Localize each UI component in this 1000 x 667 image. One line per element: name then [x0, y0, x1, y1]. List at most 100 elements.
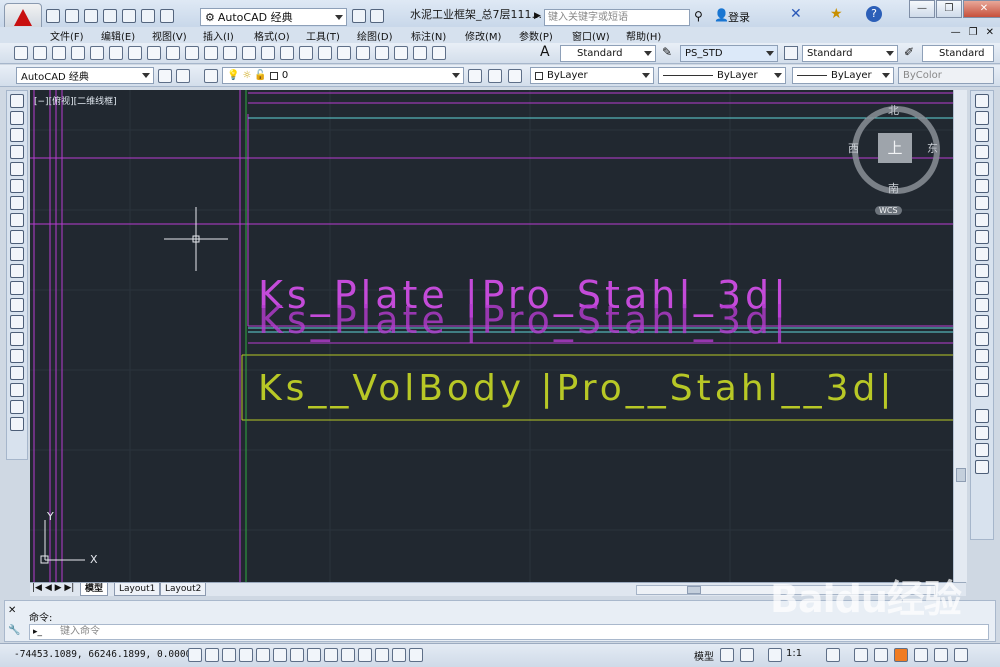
circle-icon[interactable] — [10, 196, 24, 210]
menu-edit[interactable]: 编辑(E) — [101, 28, 135, 43]
infer-constraints-icon[interactable] — [188, 648, 202, 662]
offset-icon[interactable] — [975, 145, 989, 159]
quick-view-layouts-icon[interactable] — [720, 648, 734, 662]
clean-screen-icon[interactable] — [954, 648, 968, 662]
undo-icon[interactable] — [141, 9, 155, 23]
menu-window[interactable]: 窗口(W) — [572, 28, 610, 43]
gradient-icon[interactable] — [10, 349, 24, 363]
viewcube-south[interactable]: 南 — [888, 180, 899, 196]
spline-icon[interactable] — [10, 230, 24, 244]
undo-icon[interactable] — [204, 46, 218, 60]
zoom-window-icon[interactable] — [280, 46, 294, 60]
point-icon[interactable] — [10, 315, 24, 329]
grid-display-icon[interactable] — [222, 648, 236, 662]
viewcube-west[interactable]: 西 — [848, 140, 859, 156]
quick-properties-icon[interactable] — [392, 648, 406, 662]
draworder-back-icon[interactable] — [975, 426, 989, 440]
wrench-icon[interactable]: 🔧 — [8, 625, 20, 636]
match-properties-icon[interactable] — [185, 46, 199, 60]
3d-object-snap-icon[interactable] — [290, 648, 304, 662]
extend-icon[interactable] — [975, 264, 989, 278]
annotation-scale-icon[interactable] — [768, 648, 782, 662]
horizontal-scroll-thumb[interactable] — [687, 586, 701, 594]
region-icon[interactable] — [10, 366, 24, 380]
selection-cycling-icon[interactable] — [409, 648, 423, 662]
construction-line-icon[interactable] — [10, 111, 24, 125]
redo-icon[interactable] — [160, 9, 174, 23]
save-icon[interactable] — [52, 46, 66, 60]
transparency-icon[interactable] — [375, 648, 389, 662]
draworder-under-icon[interactable] — [975, 460, 989, 474]
exchange-icon[interactable]: ✕ — [790, 6, 802, 22]
mirror-icon[interactable] — [975, 128, 989, 142]
tab-nav-arrows[interactable]: |◀ ◀ ▶ ▶| — [32, 583, 74, 593]
settings-icon[interactable] — [158, 69, 172, 83]
workspace-switching-icon[interactable] — [854, 648, 868, 662]
erase-icon[interactable] — [975, 94, 989, 108]
expand-icon[interactable]: ▶ — [534, 11, 541, 21]
table-icon[interactable] — [10, 383, 24, 397]
ellipse-icon[interactable] — [10, 247, 24, 261]
quick-view-drawings-icon[interactable] — [740, 648, 754, 662]
arc-icon[interactable] — [10, 179, 24, 193]
close-button[interactable]: ✕ — [963, 0, 1000, 18]
array-icon[interactable] — [975, 162, 989, 176]
wcs-menu[interactable]: WCS — [875, 206, 902, 215]
blend-icon[interactable] — [975, 366, 989, 380]
isolate-objects-icon[interactable] — [914, 648, 928, 662]
polyline-icon[interactable] — [10, 128, 24, 142]
hardware-acceleration-icon[interactable] — [894, 648, 908, 662]
dim-style-dropdown[interactable]: PS_STD — [680, 45, 778, 62]
new-icon[interactable] — [14, 46, 28, 60]
lineweight-icon[interactable] — [358, 648, 372, 662]
vertical-scroll-thumb[interactable] — [956, 468, 966, 482]
workspace-dropdown[interactable]: ⚙ AutoCAD 经典 — [200, 8, 347, 26]
stretch-icon[interactable] — [975, 230, 989, 244]
calculator-icon[interactable] — [413, 46, 427, 60]
menu-view[interactable]: 视图(V) — [152, 28, 187, 43]
table-style-dropdown[interactable]: Standard — [802, 45, 898, 62]
command-prompt-icon[interactable]: ▸_ — [33, 627, 42, 637]
menu-tools[interactable]: 工具(T) — [306, 28, 340, 43]
menu-insert[interactable]: 插入(I) — [203, 28, 234, 43]
publish-icon[interactable] — [352, 9, 366, 23]
ellipse-arc-icon[interactable] — [10, 264, 24, 278]
model-space-button[interactable]: 模型 — [694, 648, 714, 663]
insert-block-icon[interactable] — [10, 281, 24, 295]
text-style-dropdown[interactable]: Standard — [560, 45, 656, 62]
publish-icon[interactable] — [109, 46, 123, 60]
draworder-front-icon[interactable] — [975, 409, 989, 423]
redo-icon[interactable] — [223, 46, 237, 60]
ortho-mode-icon[interactable] — [239, 648, 253, 662]
save-icon[interactable] — [84, 9, 98, 23]
polar-tracking-icon[interactable] — [256, 648, 270, 662]
preview-icon[interactable] — [90, 46, 104, 60]
properties-icon[interactable] — [318, 46, 332, 60]
revcloud-icon[interactable] — [10, 213, 24, 227]
viewcube-east[interactable]: 东 — [927, 140, 938, 156]
make-current-layer-icon[interactable] — [468, 69, 482, 83]
menu-draw[interactable]: 绘图(D) — [357, 28, 393, 43]
fillet-icon[interactable] — [975, 349, 989, 363]
copy-icon[interactable] — [147, 46, 161, 60]
doc-minimize-icon[interactable]: — — [951, 27, 961, 38]
doc-close-icon[interactable]: ✕ — [986, 27, 994, 38]
layer-properties-icon[interactable] — [204, 69, 218, 83]
vertical-scrollbar[interactable] — [953, 90, 967, 582]
lineweight-dropdown[interactable]: ByLayer — [792, 67, 894, 84]
object-snap-icon[interactable] — [273, 648, 287, 662]
multileader-style-dropdown[interactable]: Standard — [922, 45, 994, 62]
move-icon[interactable] — [975, 179, 989, 193]
menu-dimension[interactable]: 标注(N) — [411, 28, 446, 43]
tab-model[interactable]: 模型 — [80, 583, 109, 596]
open-icon[interactable] — [33, 46, 47, 60]
star-icon[interactable]: ★ — [830, 6, 843, 22]
open-icon[interactable] — [65, 9, 79, 23]
minimize-button[interactable]: — — [909, 0, 935, 18]
pan-icon[interactable] — [242, 46, 256, 60]
saveas-icon[interactable] — [103, 9, 117, 23]
coordinates-display[interactable]: -74453.1089, 66246.1899, 0.0000 — [14, 649, 191, 660]
linetype-dropdown[interactable]: ByLayer — [658, 67, 786, 84]
viewport-label[interactable]: [−][俯视][二维线框] — [34, 94, 117, 107]
polygon-icon[interactable] — [10, 145, 24, 159]
